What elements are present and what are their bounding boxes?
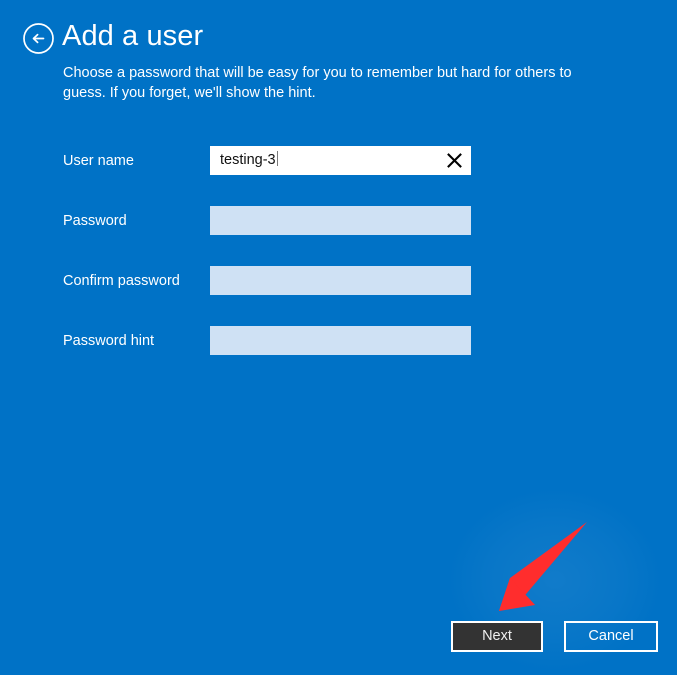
confirm-password-label: Confirm password	[63, 266, 180, 296]
username-value-text: testing-3	[220, 146, 278, 175]
password-hint-input[interactable]	[210, 326, 471, 355]
username-value: testing-3	[220, 152, 276, 168]
page-title: Add a user	[62, 20, 203, 53]
field-row-password-hint: Password hint	[0, 326, 677, 356]
page-description: Choose a password that will be easy for …	[63, 63, 603, 103]
close-x-icon[interactable]	[441, 146, 467, 175]
cancel-button[interactable]: Cancel	[564, 621, 658, 652]
confirm-password-input[interactable]	[210, 266, 471, 295]
text-caret	[277, 151, 278, 166]
password-input[interactable]	[210, 206, 471, 235]
field-row-confirm-password: Confirm password	[0, 266, 677, 296]
field-row-password: Password	[0, 206, 677, 236]
password-hint-label: Password hint	[63, 326, 154, 356]
password-label: Password	[63, 206, 127, 236]
username-label: User name	[63, 146, 134, 176]
red-annotation-arrow	[480, 505, 610, 635]
next-button[interactable]: Next	[451, 621, 543, 652]
back-arrow-circle-icon[interactable]	[22, 22, 55, 55]
field-row-username: User name testing-3	[0, 146, 677, 176]
